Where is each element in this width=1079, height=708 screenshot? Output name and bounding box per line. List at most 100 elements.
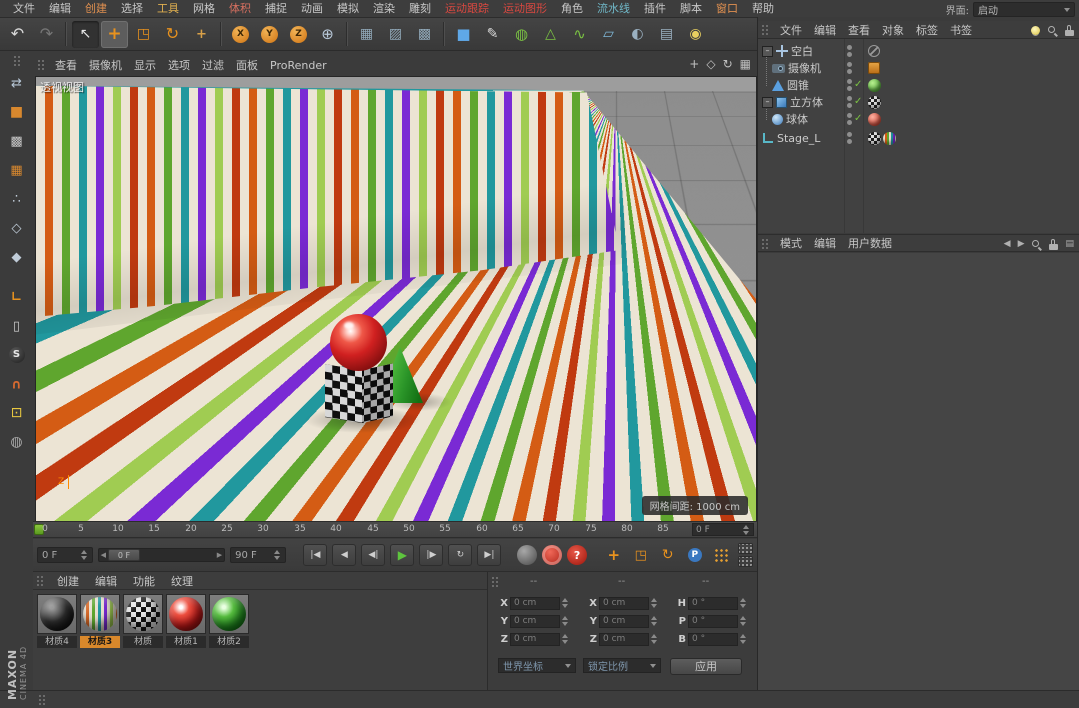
menu-pipeline[interactable]: 流水线 [590, 0, 637, 18]
om-menu-objects[interactable]: 对象 [876, 22, 910, 38]
visibility-dots[interactable] [847, 96, 852, 108]
stepper-icon[interactable] [740, 634, 747, 644]
stepper-icon[interactable] [651, 634, 658, 644]
material-thumbnail[interactable] [80, 594, 120, 634]
object-row-sphere[interactable]: 球体 [772, 111, 808, 127]
material-menu-edit[interactable]: 编辑 [87, 573, 125, 589]
field-value[interactable]: 0 cm [599, 633, 649, 646]
floor-object-button[interactable]: ▱ [595, 21, 622, 48]
material-name[interactable]: 材质 [123, 636, 163, 648]
viewport-menu-view[interactable]: 查看 [49, 57, 83, 73]
rotation-p-field[interactable]: P0 ° [676, 614, 747, 628]
collapse-icon[interactable] [762, 97, 773, 108]
search-icon[interactable] [1047, 25, 1058, 36]
lightbulb-icon[interactable] [1031, 26, 1040, 35]
last-tool-button[interactable]: + [188, 21, 215, 48]
toggle-view-icon[interactable]: ▦ [740, 58, 751, 70]
stepper-icon[interactable] [743, 525, 750, 535]
goto-end-button[interactable]: ▶| [477, 544, 501, 566]
viewport-solo-button[interactable]: ▯ [4, 313, 30, 339]
viewport-canvas[interactable]: 透视视图 网格间距: 1000 cm Z [35, 76, 757, 522]
coordinate-drag-handle[interactable] [491, 576, 499, 588]
menu-tools[interactable]: 工具 [150, 0, 186, 18]
render-view-button[interactable]: ▦ [353, 21, 380, 48]
object-name[interactable]: 圆锥 [787, 77, 809, 93]
coord-system-dropdown[interactable]: 世界坐标 [498, 658, 576, 673]
stripes-material-tag-icon[interactable] [883, 132, 896, 145]
object-row-cube[interactable]: 立方体 [762, 94, 823, 110]
material-menu-function[interactable]: 功能 [125, 573, 163, 589]
history-back-icon[interactable]: ◀ [1004, 239, 1011, 249]
menu-animate[interactable]: 动画 [294, 0, 330, 18]
checker-material-tag-icon[interactable] [868, 96, 881, 109]
object-manager-drag-handle[interactable] [761, 24, 769, 36]
scale-mode-dropdown[interactable]: 锁定比例 [583, 658, 661, 673]
play-backward-button[interactable]: ◀ [332, 544, 356, 566]
am-menu-mode[interactable]: 模式 [774, 235, 808, 251]
material-item[interactable]: 材质2 [209, 594, 249, 648]
menu-edit[interactable]: 编辑 [42, 0, 78, 18]
render-picture-viewer-button[interactable]: ▨ [382, 21, 409, 48]
lock-x-axis-button[interactable]: X [227, 21, 254, 48]
size-y-field[interactable]: Y0 cm [587, 614, 658, 628]
lock-z-axis-button[interactable]: Z [285, 21, 312, 48]
normal-move-button[interactable]: ◍ [4, 429, 30, 455]
enabled-check-icon[interactable]: ✓ [854, 113, 862, 124]
viewport-menu-panel[interactable]: 面板 [230, 57, 264, 73]
edges-mode-button[interactable]: ◇ [4, 215, 30, 241]
menu-snap[interactable]: 捕捉 [258, 0, 294, 18]
om-menu-bookmarks[interactable]: 书签 [944, 22, 978, 38]
stepper-icon[interactable] [562, 616, 569, 626]
position-y-field[interactable]: Y0 cm [498, 614, 569, 628]
workplane-mode-button[interactable]: ▦ [4, 157, 30, 183]
slider-handle[interactable]: 0 F [108, 549, 140, 561]
previous-frame-button[interactable]: ◀| [361, 544, 385, 566]
material-thumbnail[interactable] [166, 594, 206, 634]
am-menu-userdata[interactable]: 用户数据 [842, 235, 898, 251]
loop-button[interactable]: ↻ [448, 544, 472, 566]
make-editable-button[interactable]: ⇄ [4, 70, 30, 96]
position-x-field[interactable]: X0 cm [498, 596, 569, 610]
zoom-view-icon[interactable]: ◇ [706, 58, 715, 70]
sphere-object[interactable] [330, 314, 387, 371]
polygons-mode-button[interactable]: ◆ [4, 244, 30, 270]
history-forward-icon[interactable]: ▶ [1018, 239, 1025, 249]
key-scale-toggle[interactable]: ◳ [630, 544, 652, 566]
rotate-view-icon[interactable]: ↻ [723, 58, 733, 70]
material-item[interactable]: 材质1 [166, 594, 206, 648]
key-parameter-toggle[interactable]: P [684, 544, 706, 566]
size-z-field[interactable]: Z0 cm [587, 632, 658, 646]
interface-layout-select[interactable]: 启动 [973, 2, 1075, 17]
field-value[interactable]: 0 ° [688, 615, 738, 628]
add-cube-button[interactable]: ■ [450, 21, 477, 48]
play-button[interactable]: ▶ [390, 544, 414, 566]
menu-help[interactable]: 帮助 [745, 0, 781, 18]
om-menu-file[interactable]: 文件 [774, 22, 808, 38]
stepper-icon[interactable] [562, 634, 569, 644]
menu-select[interactable]: 选择 [114, 0, 150, 18]
environment-object-button[interactable]: ◐ [624, 21, 651, 48]
field-value[interactable]: 0 cm [510, 615, 560, 628]
model-mode-button[interactable]: ■ [4, 99, 30, 125]
deformer-button[interactable]: ∿ [566, 21, 593, 48]
timeline-mode-buttons[interactable] [738, 543, 753, 567]
stepper-icon[interactable] [81, 550, 88, 560]
snap-toggle-button[interactable]: S [4, 342, 30, 368]
material-menu-create[interactable]: 创建 [49, 573, 87, 589]
lock-icon[interactable] [1049, 239, 1058, 250]
menu-render[interactable]: 渲染 [366, 0, 402, 18]
rotation-b-field[interactable]: B0 ° [676, 632, 747, 646]
menu-motion-tracker[interactable]: 运动跟踪 [438, 0, 496, 18]
goto-start-button[interactable]: |◀ [303, 544, 327, 566]
field-value[interactable]: 0 cm [510, 597, 560, 610]
cube-object[interactable] [325, 364, 393, 428]
field-value[interactable]: 0 ° [688, 597, 738, 610]
visibility-dots[interactable] [847, 62, 852, 74]
material-name[interactable]: 材质3 [80, 636, 120, 648]
timeline-ruler[interactable]: 0 5 10 15 20 25 30 35 40 45 50 55 60 65 … [33, 521, 757, 538]
menu-mesh[interactable]: 网格 [186, 0, 222, 18]
texture-mode-button[interactable]: ▩ [4, 128, 30, 154]
lock-icon[interactable] [1065, 25, 1074, 36]
protection-tag-icon[interactable] [868, 62, 880, 74]
next-frame-button[interactable]: |▶ [419, 544, 443, 566]
